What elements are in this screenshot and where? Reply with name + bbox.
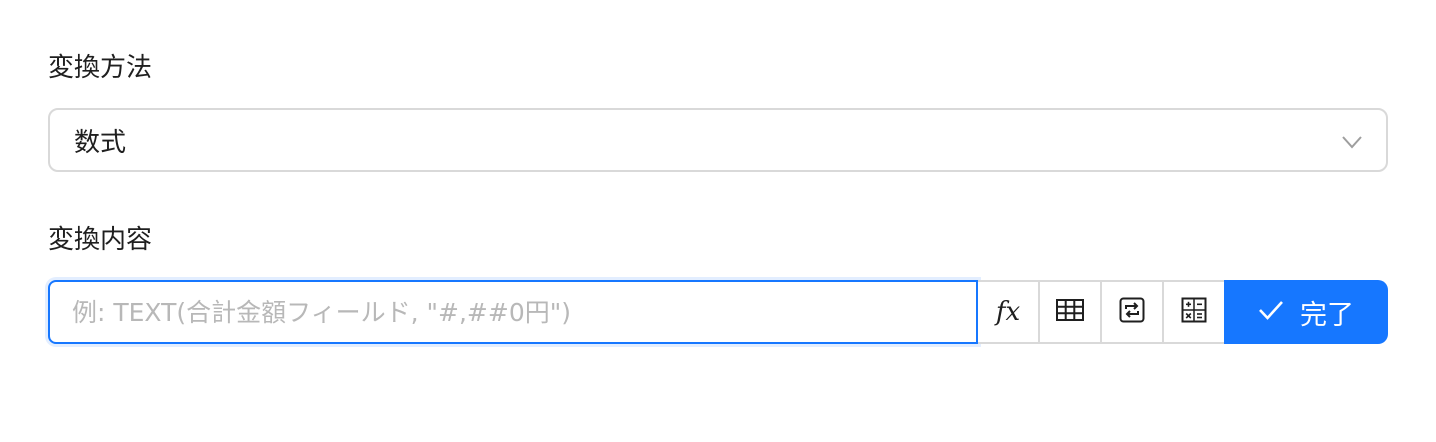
function-icon: fx <box>995 297 1021 327</box>
chevron-down-icon <box>1340 130 1364 154</box>
calculator-button[interactable] <box>1164 280 1226 344</box>
formula-input[interactable] <box>50 282 976 342</box>
content-label: 変換内容 <box>48 225 153 255</box>
calculator-icon <box>1181 297 1207 327</box>
formula-input-wrapper <box>48 280 978 344</box>
done-button[interactable]: 完了 <box>1224 280 1388 344</box>
method-select-value: 数式 <box>74 127 127 158</box>
convert-button[interactable] <box>1102 280 1164 344</box>
function-button[interactable]: fx <box>978 280 1040 344</box>
method-label: 変換方法 <box>48 53 153 83</box>
convert-icon <box>1119 297 1145 327</box>
table-icon <box>1056 298 1084 326</box>
table-button[interactable] <box>1040 280 1102 344</box>
check-icon <box>1258 299 1284 325</box>
done-label: 完了 <box>1300 299 1354 331</box>
method-select[interactable]: 数式 <box>48 108 1388 172</box>
